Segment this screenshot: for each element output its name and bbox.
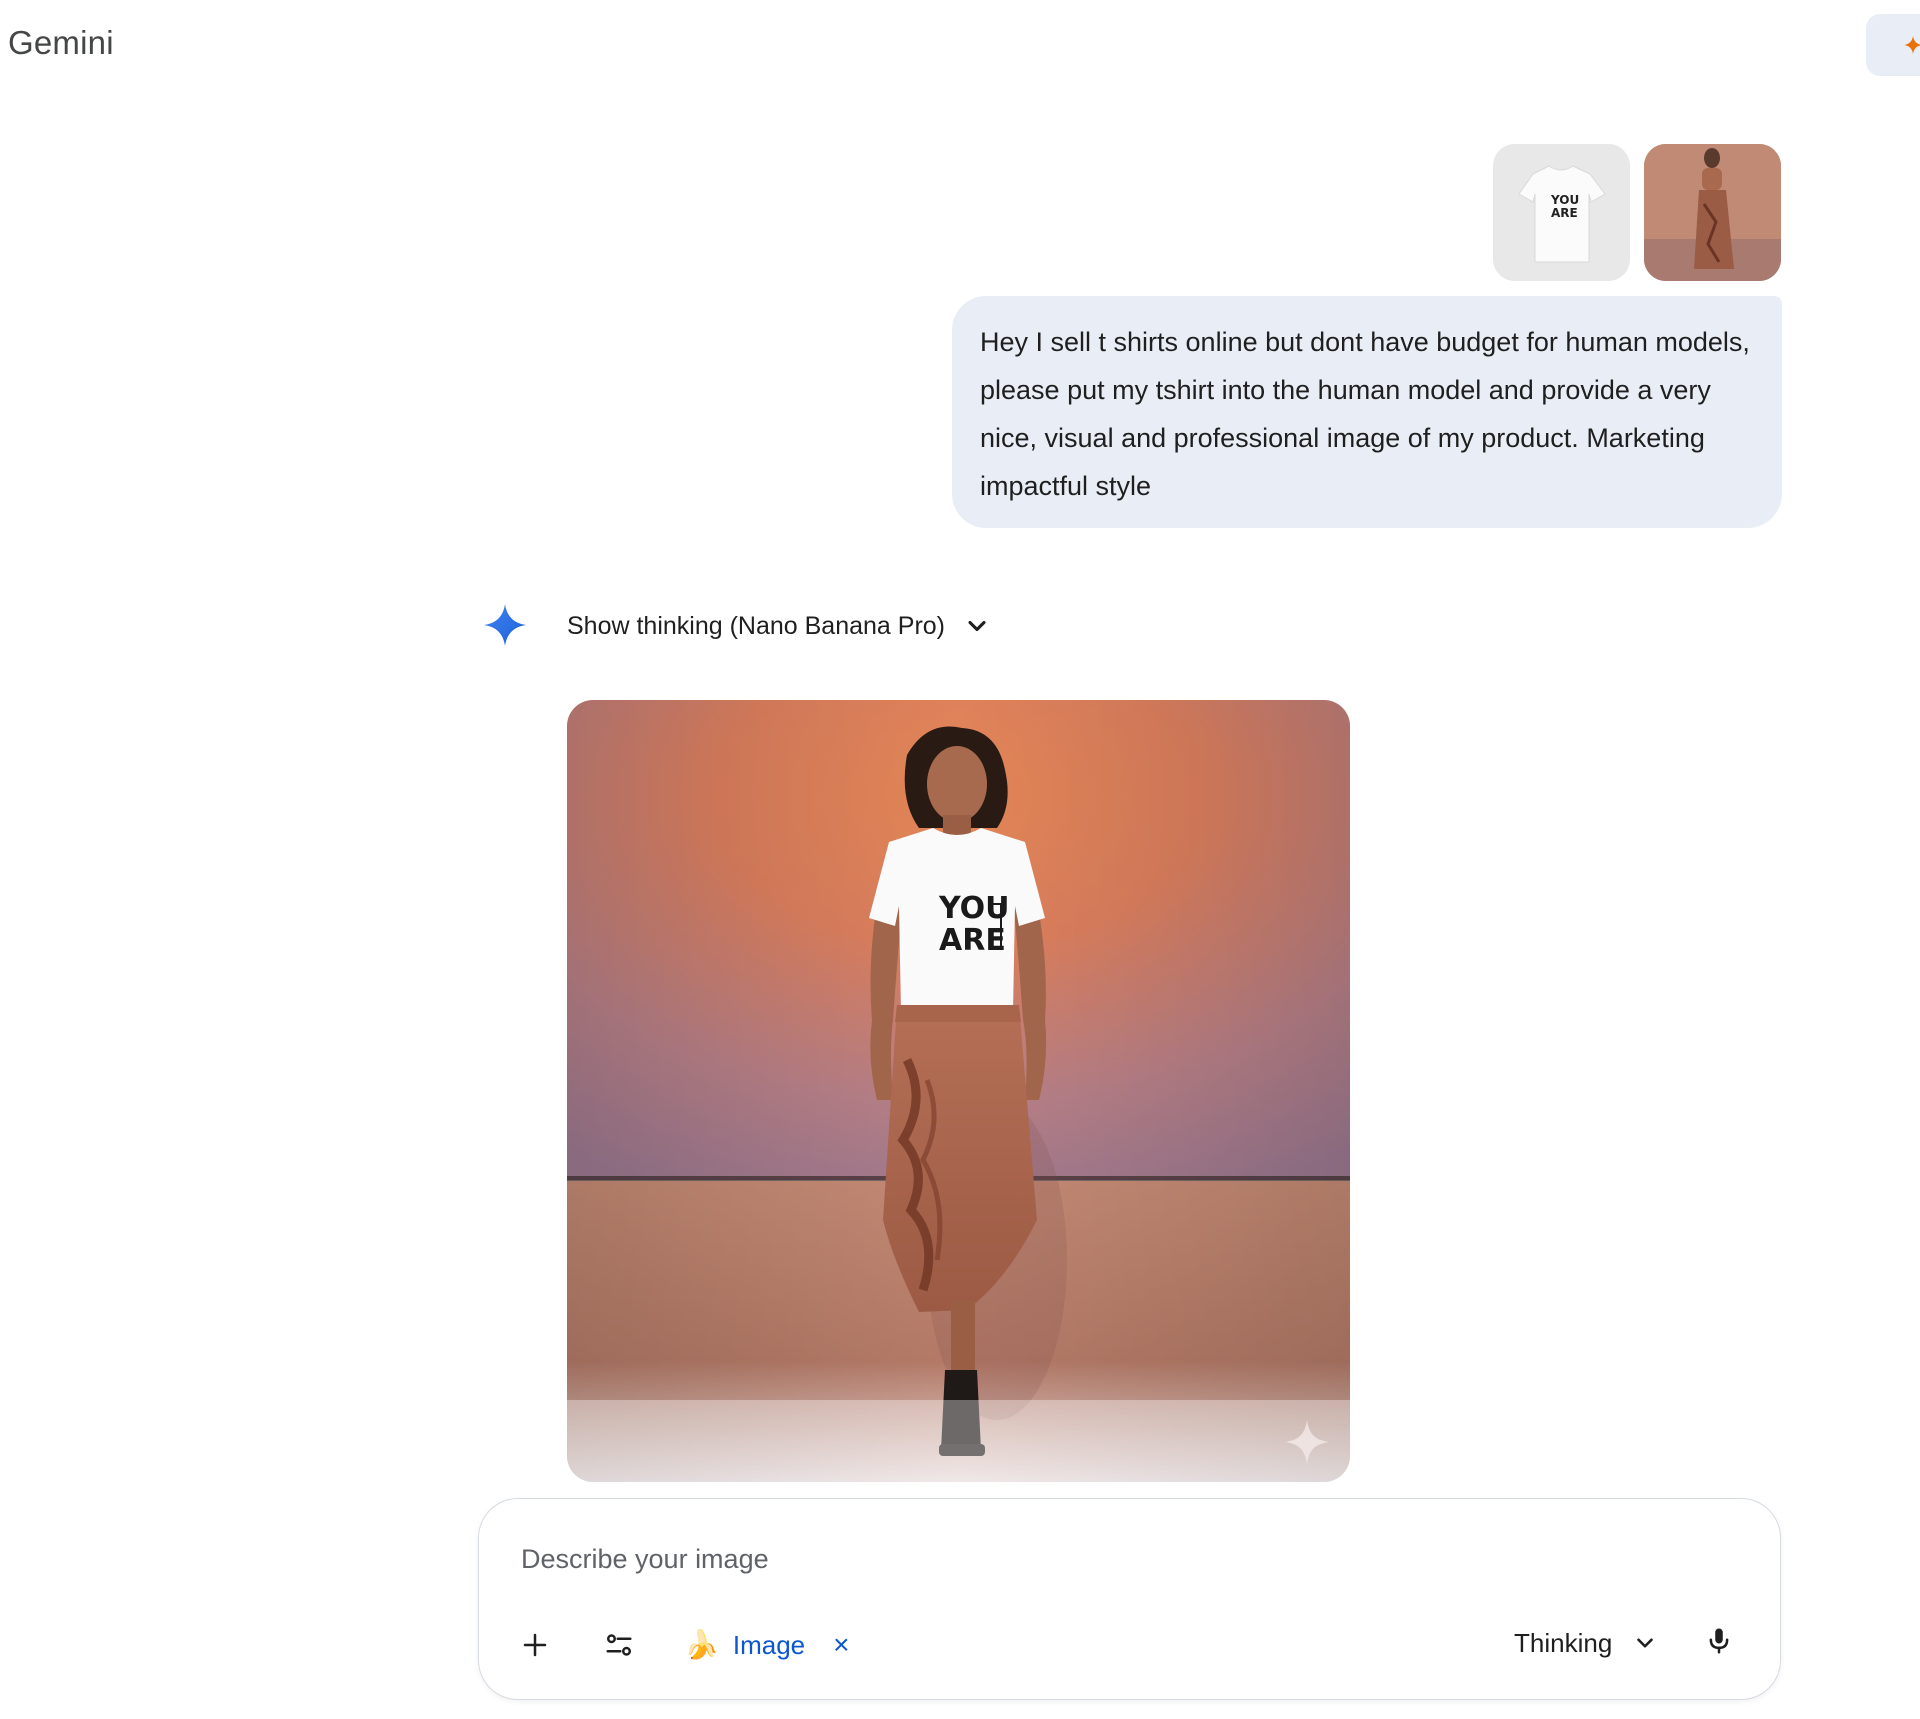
gemini-spark-icon: [484, 604, 526, 646]
gemini-app: Gemini YOU ARE Hey I sell t shirts onlin…: [0, 0, 1920, 1719]
microphone-icon: [1709, 1628, 1729, 1654]
model-thumbnail[interactable]: [1644, 144, 1781, 281]
image-mode-chip[interactable]: 🍌 Image ×: [684, 1623, 850, 1667]
user-message-bubble: Hey I sell t shirts online but dont have…: [952, 296, 1782, 528]
add-attachment-button[interactable]: [511, 1621, 559, 1669]
top-right-action-button[interactable]: [1866, 14, 1920, 76]
prompt-input[interactable]: [521, 1539, 1721, 1579]
tools-button[interactable]: [595, 1621, 643, 1669]
generated-image[interactable]: YOU ARE: [567, 700, 1350, 1482]
chevron-down-icon: [1637, 1638, 1654, 1648]
banana-icon: 🍌: [684, 1629, 719, 1660]
tshirt-thumbnail[interactable]: YOU ARE: [1493, 144, 1630, 281]
gemini-spark-icon: [1904, 36, 1920, 54]
shirt-print-line1: YOU: [938, 891, 1010, 926]
tools-sliders-icon: [606, 1634, 632, 1656]
chevron-down-icon: [968, 620, 986, 632]
chip-close-icon[interactable]: ×: [833, 1631, 849, 1659]
show-thinking-label: Show thinking (Nano Banana Pro): [567, 611, 946, 640]
shirt-print-line2: ARE: [939, 923, 1006, 958]
svg-text:ARE: ARE: [1551, 206, 1578, 220]
mode-label: Thinking: [1514, 1627, 1613, 1658]
microphone-button[interactable]: [1695, 1617, 1743, 1665]
svg-text:YOU: YOU: [1550, 193, 1579, 207]
model-mode-select[interactable]: Thinking: [1514, 1621, 1658, 1665]
prompt-composer: 🍌 Image × Thinking: [478, 1498, 1781, 1700]
user-attachments: YOU ARE: [1493, 144, 1781, 281]
user-message-text: Hey I sell t shirts online but dont have…: [980, 327, 1750, 501]
plus-icon: [523, 1633, 547, 1657]
brand-title: Gemini: [8, 24, 114, 61]
show-thinking-toggle[interactable]: Show thinking (Nano Banana Pro): [567, 606, 991, 646]
image-chip-label: Image: [732, 1629, 806, 1660]
